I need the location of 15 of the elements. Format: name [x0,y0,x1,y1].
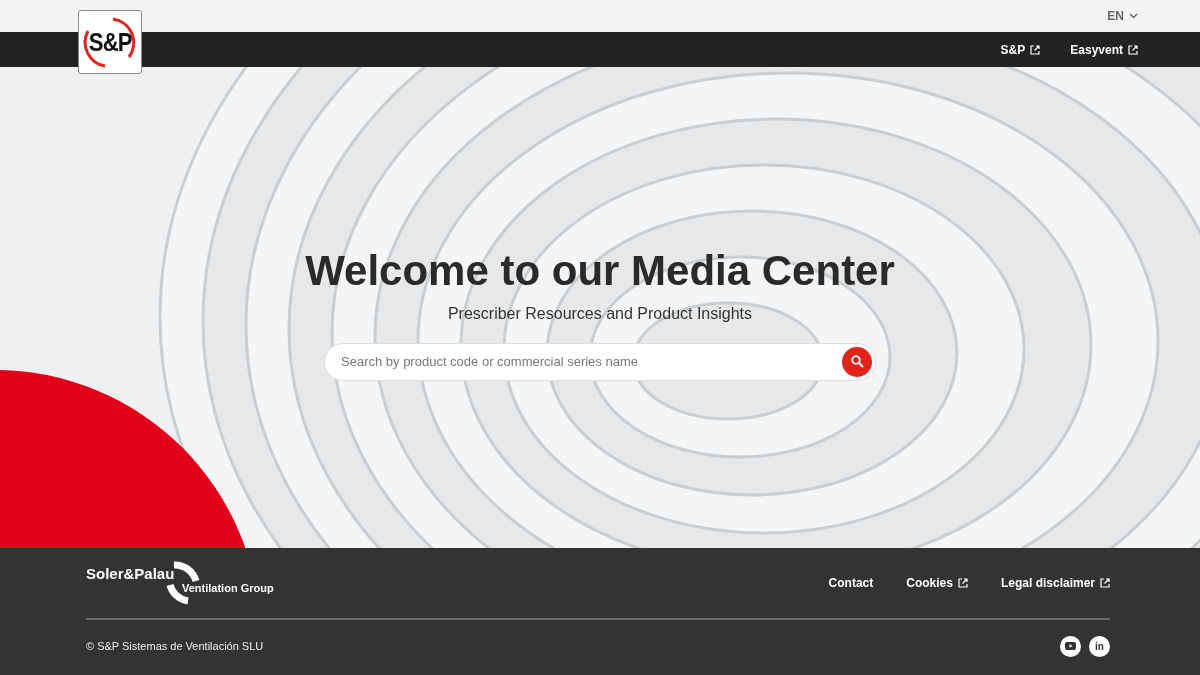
search-bar[interactable]: Search by product code or commercial series name [324,342,876,381]
linkedin-button[interactable]: in [1089,635,1110,657]
footer-link[interactable]: Contact [828,576,874,590]
copyright-text: © S&P Sistemas de Ventilación SLU [86,640,264,652]
hero-title: Welcome to our Media Center [305,246,895,295]
search-field[interactable]: Search by product code or commercial series name [339,353,842,370]
language-selector[interactable]: EN [1107,9,1138,23]
hero-subtitle: Prescriber Resources and Product Insights [447,304,753,323]
nav-link[interactable]: Easyvent [1070,42,1138,57]
brand-name: Soler&Palau [86,565,175,582]
nav-link[interactable]: S&P [1000,42,1041,57]
logo[interactable]: S&P [78,10,142,74]
footer-link[interactable]: Cookies [906,576,968,590]
brand-tagline: Ventilation Group [182,582,274,594]
footer-link[interactable]: Legal disclaimer [1000,576,1110,590]
